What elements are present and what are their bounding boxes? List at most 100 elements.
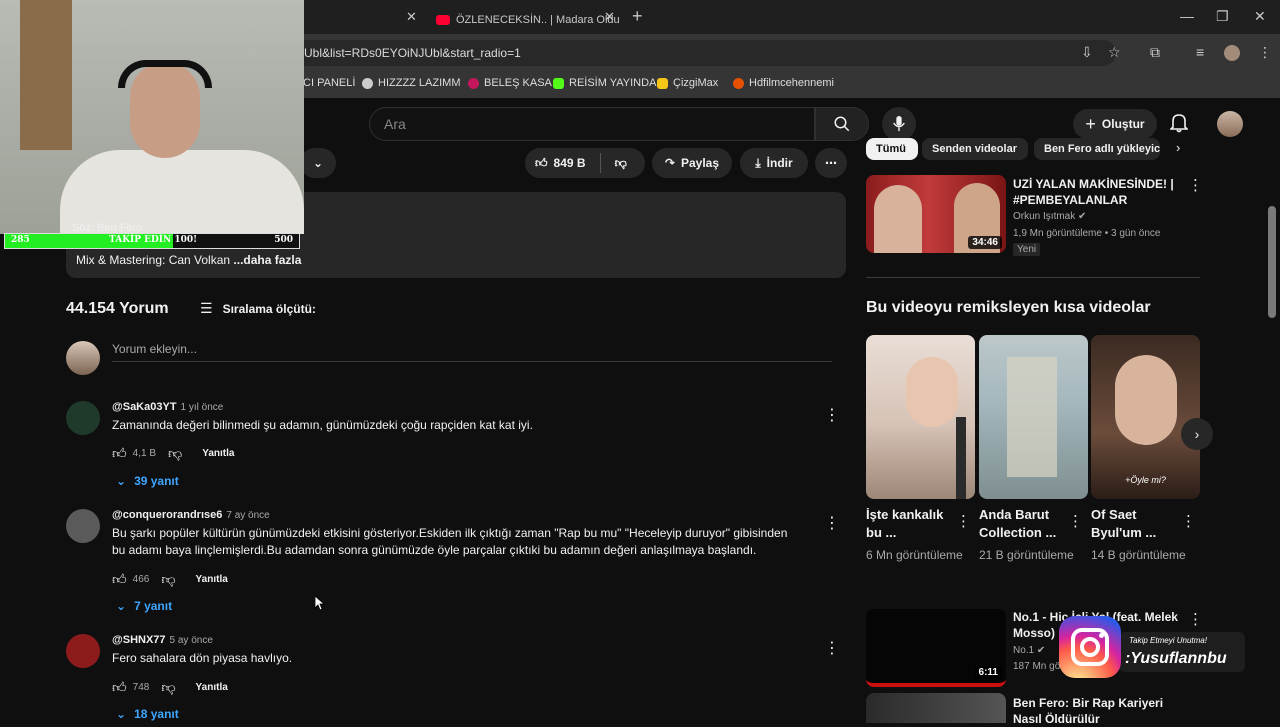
bookmark-favicon-icon [657,77,668,89]
share-button[interactable]: ↷ Paylaş [652,148,732,178]
short-menu-icon[interactable]: ⋮ [1181,512,1196,530]
expand-chevron-button[interactable]: ⌄ [300,148,336,178]
sort-button[interactable]: ☰ Sıralama ölçütü: [200,300,316,317]
like-button[interactable]: 👍︎ 849 B 👎︎ [525,148,645,178]
thumbs-down-icon[interactable]: 👎︎ [161,679,175,696]
download-label: İndir [766,156,793,170]
address-bar[interactable]: Ubl&list=RDs0EYOiNJUbl&start_radio=1 [280,40,1116,66]
install-app-icon[interactable]: ⇩ [1081,44,1093,61]
comment-username[interactable]: @conquerorandrıse6 [112,509,222,521]
reply-button[interactable]: Yanıtla [202,448,234,459]
thumbnail-mic-stand [956,417,966,499]
bookmark-item[interactable]: ÇizgiMax [657,77,718,89]
video-meta: 187 Mn gö [1013,661,1061,672]
bookmark-item[interactable]: BELEŞ KASA [468,77,552,89]
chevron-right-icon[interactable]: › [1176,140,1180,155]
channel-name[interactable]: No.1 ✔ [1013,645,1045,656]
bell-icon [1169,114,1189,133]
channel-label[interactable]: No.1 [1013,645,1034,656]
maximize-icon[interactable]: ❐ [1216,8,1229,25]
thumbs-up-icon[interactable]: 👍︎ [112,571,127,588]
chrome-menu-icon[interactable]: ⋮ [1258,44,1272,61]
verified-icon: ✔ [1078,211,1087,222]
download-button[interactable]: ⤓ İndir [740,148,808,178]
video-title[interactable]: Ben Fero: Bir Rap Kariyeri Nasıl Öldürül… [1013,695,1183,727]
short-title[interactable]: Of Saet Byul'um ... [1091,506,1179,542]
extensions-icon[interactable]: ⧉ [1150,44,1160,61]
tab-close-icon[interactable]: ✕ [406,9,417,25]
short-title[interactable]: İşte kankalık bu ... [866,506,954,542]
show-more-link[interactable]: ...daha fazla [233,253,301,267]
new-tab-icon[interactable]: + [632,6,643,27]
chevron-down-icon: ⌄ [116,599,127,613]
comment-time[interactable]: 1 yıl önce [181,402,224,413]
comment-username[interactable]: @SHNX77 [112,634,166,646]
short-thumbnail[interactable] [866,335,975,499]
chip-from-you[interactable]: Senden videolar [922,138,1028,160]
channel-name[interactable]: Orkun Işıtmak ✔ [1013,211,1086,222]
short-menu-icon[interactable]: ⋮ [1068,512,1083,530]
replies-count: 7 yanıt [134,599,173,613]
window-close-icon[interactable]: ✕ [1254,8,1266,25]
reply-button[interactable]: Yanıtla [196,682,228,693]
scrollbar[interactable] [1268,206,1276,318]
comment-menu-icon[interactable]: ⋮ [824,513,840,533]
bookmark-star-icon[interactable]: ☆ [1108,44,1121,61]
shorts-next-button[interactable]: › [1181,418,1213,450]
profile-icon[interactable] [1224,45,1240,61]
add-comment-input[interactable]: Yorum ekleyin... [112,342,832,362]
thumbs-down-icon[interactable]: 👎︎ [615,156,627,171]
thumbs-up-icon[interactable]: 👍︎ [112,445,127,462]
commenter-avatar[interactable] [66,634,100,668]
comment-author[interactable]: @conquerorandrıse6 7 ay önce [112,509,270,521]
instagram-overlay: Takip Etmeyi Unutma! :Yusuflannbu [1059,616,1247,678]
tab-close-icon[interactable]: ✕ [604,9,615,25]
bookmark-item[interactable]: REİSİM YAYINDA [553,77,656,89]
bookmark-item[interactable]: Hdfilmcehennemi [733,77,834,89]
thumbs-up-icon[interactable]: 👍︎ [112,679,127,696]
video-title[interactable]: UZİ YALAN MAKİNESİNDE! | #PEMBEYALANLAR [1013,176,1183,208]
channel-label[interactable]: Orkun Işıtmak [1013,211,1075,222]
minimize-icon[interactable]: — [1180,8,1194,24]
commenter-avatar[interactable] [66,401,100,435]
browser-tab-active[interactable]: ÖZLENECEKSİN.. | Madara Oldu [436,6,620,34]
short-thumbnail[interactable] [979,335,1088,499]
comment-author[interactable]: @SHNX77 5 ay önce [112,634,213,646]
comment-menu-icon[interactable]: ⋮ [824,405,840,425]
short-title[interactable]: Anda Barut Collection ... [979,506,1067,542]
chip-uploader[interactable]: Ben Fero adlı yükleyici [1034,138,1160,160]
video-duration: 6:11 [974,666,1002,679]
replies-count: 39 yanıt [134,474,179,488]
view-replies-button[interactable]: ⌄ 7 yanıt [116,599,172,613]
video-thumbnail[interactable]: 6:11 [866,609,1006,687]
comment-author[interactable]: @SaKa03YT 1 yıl önce [112,401,223,413]
media-controls-icon[interactable]: ≡ [1196,44,1204,60]
view-replies-button[interactable]: ⌄ 18 yanıt [116,707,179,721]
create-button[interactable]: + Oluştur [1073,109,1157,139]
video-thumbnail[interactable]: 34:46 [866,175,1006,253]
notifications-button[interactable] [1169,113,1189,138]
thumbs-down-icon[interactable]: 👎︎ [168,445,182,462]
comment-username[interactable]: @SaKa03YT [112,401,177,413]
chip-all[interactable]: Tümü [866,138,918,160]
more-actions-button[interactable]: ⋯ [815,148,847,178]
view-replies-button[interactable]: ⌄ 39 yanıt [116,474,179,488]
commenter-avatar[interactable] [66,509,100,543]
thumbs-down-icon[interactable]: 👎︎ [161,571,175,588]
account-avatar[interactable] [1217,111,1243,137]
comment-time[interactable]: 5 ay önce [170,635,213,646]
short-menu-icon[interactable]: ⋮ [956,512,971,530]
reply-button[interactable]: Yanıtla [196,574,228,585]
video-thumbnail[interactable] [866,693,1006,723]
short-thumbnail[interactable]: +Öyle mi? [1091,335,1200,499]
short-views: 21 B görüntüleme [979,548,1074,562]
bookmark-item[interactable]: ICI PANELİ [300,77,355,89]
comment-menu-icon[interactable]: ⋮ [824,638,840,658]
search-button[interactable] [815,107,869,141]
bookmark-item[interactable]: HIZZZZ LAZIMM [362,77,461,89]
video-menu-icon[interactable]: ⋮ [1188,176,1203,194]
voice-search-button[interactable] [882,107,916,141]
comment-time[interactable]: 7 ay önce [226,510,269,521]
search-input[interactable]: Ara [369,107,815,141]
comment-likes: 748 [132,682,150,693]
